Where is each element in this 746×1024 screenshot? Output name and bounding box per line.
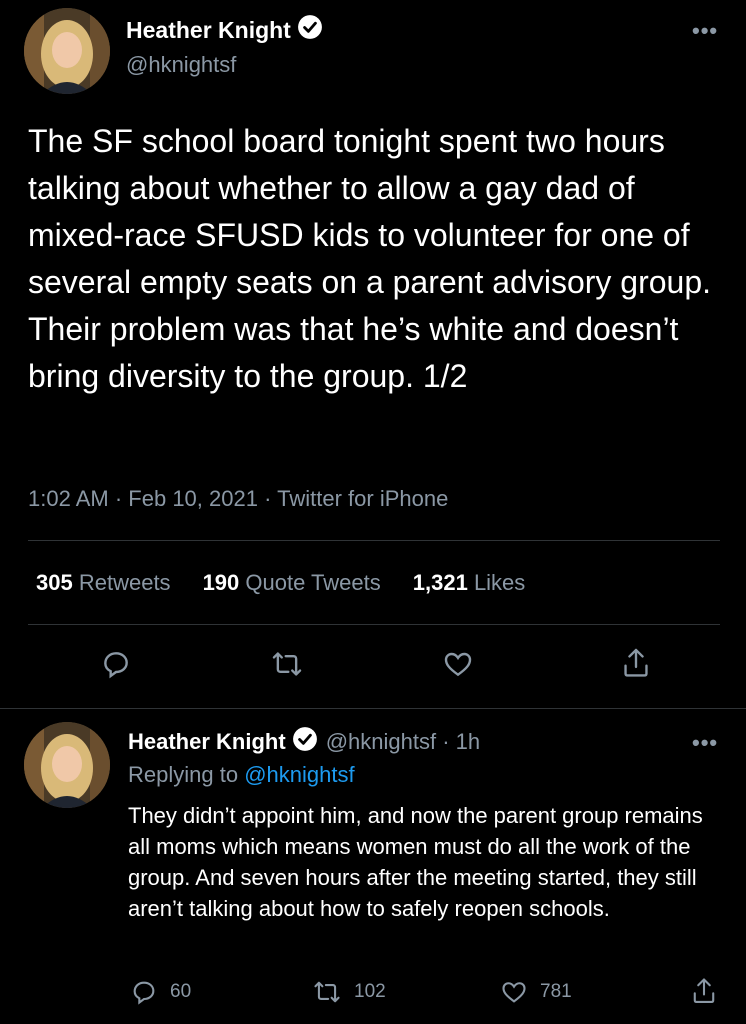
like-button[interactable] xyxy=(442,648,474,680)
verified-badge-icon xyxy=(292,726,318,758)
like-button[interactable]: 781 xyxy=(500,978,572,1006)
likes-count: 1,321 xyxy=(412,570,468,595)
author-handle[interactable]: @hknightsf xyxy=(126,52,236,78)
like-icon xyxy=(444,652,472,677)
like-count: 781 xyxy=(540,981,572,1002)
retweet-icon xyxy=(314,981,340,1003)
profile-photo xyxy=(24,8,110,94)
avatar[interactable] xyxy=(24,8,110,94)
replying-to: Replying to @hknightsf xyxy=(128,762,355,788)
divider xyxy=(28,624,720,625)
author-handle[interactable]: @hknightsf xyxy=(326,729,436,755)
retweets-label: Retweets xyxy=(78,570,171,595)
reply-icon xyxy=(104,652,128,679)
retweet-count: 102 xyxy=(354,981,386,1002)
reply-author-row: Heather Knight @hknightsf · 1h xyxy=(128,726,480,758)
share-button[interactable] xyxy=(620,646,652,680)
reply-icon xyxy=(133,981,155,1005)
replying-to-handle[interactable]: @hknightsf xyxy=(244,762,354,787)
author-name[interactable]: Heather Knight xyxy=(126,17,291,44)
author-row: Heather Knight xyxy=(126,14,323,46)
retweet-button[interactable] xyxy=(270,648,304,680)
reply-button[interactable] xyxy=(100,648,132,680)
author-name[interactable]: Heather Knight xyxy=(128,729,286,755)
share-icon xyxy=(624,648,648,677)
more-icon[interactable]: ••• xyxy=(692,18,718,44)
reply-time[interactable]: 1h xyxy=(456,729,480,755)
avatar[interactable] xyxy=(24,722,110,808)
share-button[interactable] xyxy=(690,976,718,1006)
quote-tweets-stat[interactable]: 190 Quote Tweets xyxy=(203,570,381,596)
retweets-stat[interactable]: 305 Retweets xyxy=(36,570,171,596)
profile-photo xyxy=(24,722,110,808)
retweet-icon xyxy=(272,652,302,676)
replying-to-label: Replying to xyxy=(128,762,239,787)
divider xyxy=(28,540,720,541)
share-icon xyxy=(693,978,715,1003)
quote-count: 190 xyxy=(202,570,240,595)
more-icon[interactable]: ••• xyxy=(692,730,718,756)
tweet-date[interactable]: Feb 10, 2021 xyxy=(128,486,258,511)
divider xyxy=(0,708,746,709)
tweet-time[interactable]: 1:02 AM xyxy=(28,486,109,511)
reply-button[interactable]: 60 xyxy=(130,978,191,1006)
reply-count: 60 xyxy=(170,981,192,1002)
tweet-source[interactable]: Twitter for iPhone xyxy=(277,486,448,511)
like-icon xyxy=(502,982,526,1003)
separator: · xyxy=(436,729,456,754)
reply-text: They didn’t appoint him, and now the par… xyxy=(128,803,703,921)
tweet-meta: 1:02 AM · Feb 10, 2021 · Twitter for iPh… xyxy=(28,486,449,511)
quote-label: Quote Tweets xyxy=(245,570,381,595)
tweet-text: The SF school board tonight spent two ho… xyxy=(28,123,712,394)
likes-label: Likes xyxy=(473,570,526,595)
verified-badge-icon xyxy=(297,14,323,46)
likes-stat[interactable]: 1,321 Likes xyxy=(413,570,526,596)
retweet-button[interactable]: 102 xyxy=(312,978,386,1006)
engagement-stats: 305 Retweets 190 Quote Tweets 1,321 Like… xyxy=(36,570,525,596)
retweets-count: 305 xyxy=(36,570,73,595)
